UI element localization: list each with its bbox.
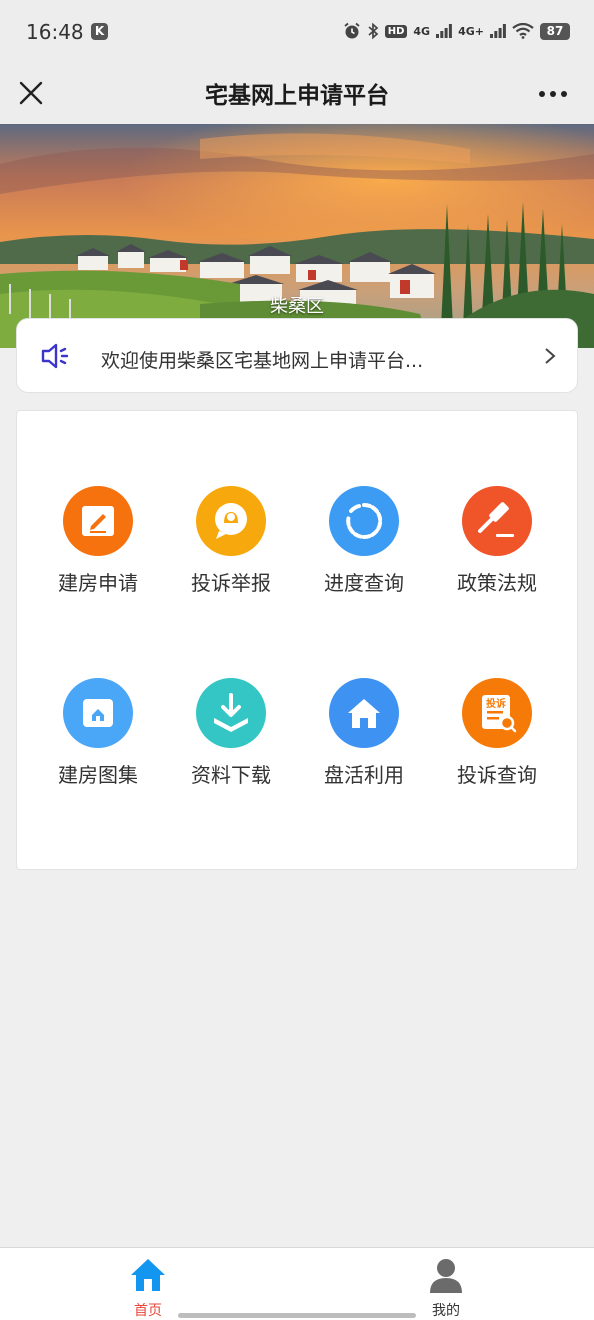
bluetooth-icon [368,22,379,40]
complaint-icon [196,486,266,556]
wifi-icon [512,23,534,39]
grid-item-complaint-query[interactable]: 投诉 投诉查询 [427,678,567,798]
home-indicator[interactable] [178,1313,416,1318]
house-icon [329,678,399,748]
tab-home[interactable]: 首页 [88,1248,208,1320]
grid-item-label: 投诉查询 [457,763,537,787]
grid-item-build-apply[interactable]: 建房申请 [28,486,168,606]
signal-icon [436,24,452,38]
more-icon[interactable] [538,84,568,104]
banner-caption: 柴桑区 [270,296,324,317]
grid-item-progress-query[interactable]: 进度查询 [294,486,434,606]
status-icons: HD 4G 4G+ 87 [343,19,570,43]
grid-item-label: 投诉举报 [191,571,271,595]
alarm-icon [344,22,360,39]
grid-item-policy-regulations[interactable]: 政策法规 [427,486,567,606]
status-bar: 16:48 K HD 4G 4G+ 87 [0,0,594,62]
home-icon [131,1259,165,1291]
grid-item-complaint-report[interactable]: 投诉举报 [161,486,301,606]
progress-icon [329,486,399,556]
notice-bar[interactable]: 欢迎使用柴桑区宅基地网上申请平台... [16,318,578,393]
k-app-icon: K [91,23,108,40]
grid-item-label: 政策法规 [457,571,537,595]
user-icon [430,1259,462,1293]
chevron-right-icon[interactable] [543,347,557,365]
network-4g-label: 4G [413,24,431,38]
grid-item-label: 资料下载 [191,763,271,787]
gavel-icon [462,486,532,556]
grid-item-label: 盘活利用 [324,763,404,787]
download-icon [196,678,266,748]
status-time: 16:48 [26,20,84,44]
signal-icon-2 [490,24,506,38]
grid-item-label: 建房图集 [58,763,138,787]
hd-icon: HD [384,24,408,38]
notice-text: 欢迎使用柴桑区宅基地网上申请平台... [101,350,424,372]
battery-icon: 87 [540,22,570,40]
feature-grid: 建房申请 投诉举报 进度查询 政策法规 建房图集 资料下载 盘活利用 投诉 投诉… [16,410,578,870]
grid-item-build-album[interactable]: 建房图集 [28,678,168,798]
grid-item-revitalize-use[interactable]: 盘活利用 [294,678,434,798]
complaint-badge-text: 投诉 [486,697,506,710]
bottom-tab-bar: 首页 我的 [0,1247,594,1320]
tab-mine[interactable]: 我的 [386,1248,506,1320]
network-4gplus-label: 4G+ [458,24,484,38]
complaint-search-icon: 投诉 [462,678,532,748]
page-title: 宅基网上申请平台 [205,83,389,109]
nav-bar: 宅基网上申请平台 [0,62,594,124]
edit-icon [63,486,133,556]
album-icon [63,678,133,748]
grid-item-label: 建房申请 [58,571,138,595]
speaker-icon [41,343,69,369]
grid-item-label: 进度查询 [324,571,404,595]
banner[interactable]: 柴桑区 [0,124,594,348]
grid-item-material-download[interactable]: 资料下载 [161,678,301,798]
